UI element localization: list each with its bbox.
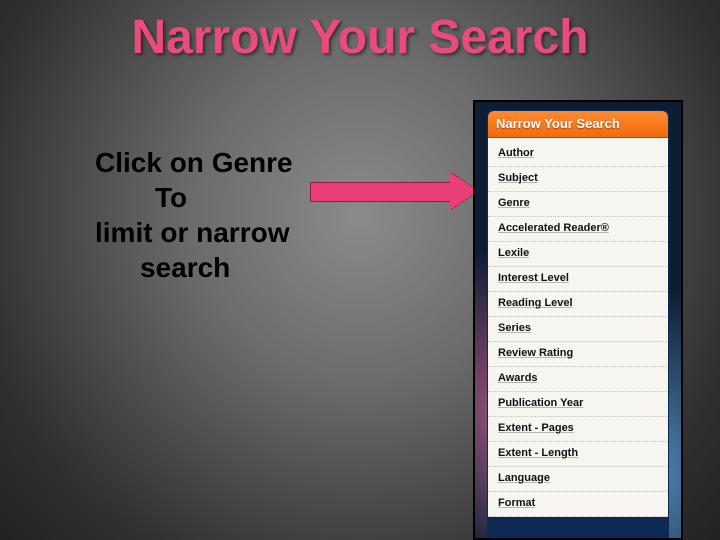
panel-item-reading-level[interactable]: Reading Level bbox=[488, 292, 668, 317]
panel-item-genre[interactable]: Genre bbox=[488, 192, 668, 217]
panel-item-awards[interactable]: Awards bbox=[488, 367, 668, 392]
slide-title: Narrow Your Search bbox=[0, 10, 720, 65]
panel-item-extent-pages[interactable]: Extent - Pages bbox=[488, 417, 668, 442]
panel-item-interest-level[interactable]: Interest Level bbox=[488, 267, 668, 292]
panel-item-review-rating[interactable]: Review Rating bbox=[488, 342, 668, 367]
panel-item-language[interactable]: Language bbox=[488, 467, 668, 492]
panel-item-author[interactable]: Author bbox=[488, 142, 668, 167]
panel-item-format[interactable]: Format bbox=[488, 492, 668, 517]
panel-item-lexile[interactable]: Lexile bbox=[488, 242, 668, 267]
narrow-search-panel: Narrow Your Search Author Subject Genre … bbox=[487, 110, 669, 538]
panel-item-subject[interactable]: Subject bbox=[488, 167, 668, 192]
instruction-line-4: search bbox=[95, 250, 365, 285]
instruction-line-3: limit or narrow bbox=[95, 215, 365, 250]
arrow-right-icon bbox=[310, 170, 480, 210]
panel-header: Narrow Your Search bbox=[488, 111, 668, 138]
narrow-search-panel-screenshot: Narrow Your Search Author Subject Genre … bbox=[473, 100, 683, 540]
panel-item-series[interactable]: Series bbox=[488, 317, 668, 342]
panel-item-accelerated-reader[interactable]: Accelerated Reader® bbox=[488, 217, 668, 242]
instruction-text: Click on Genre To limit or narrow search bbox=[95, 145, 365, 285]
panel-item-extent-length[interactable]: Extent - Length bbox=[488, 442, 668, 467]
panel-body: Author Subject Genre Accelerated Reader®… bbox=[488, 138, 668, 517]
panel-item-publication-year[interactable]: Publication Year bbox=[488, 392, 668, 417]
slide: Narrow Your Search Click on Genre To lim… bbox=[0, 0, 720, 540]
